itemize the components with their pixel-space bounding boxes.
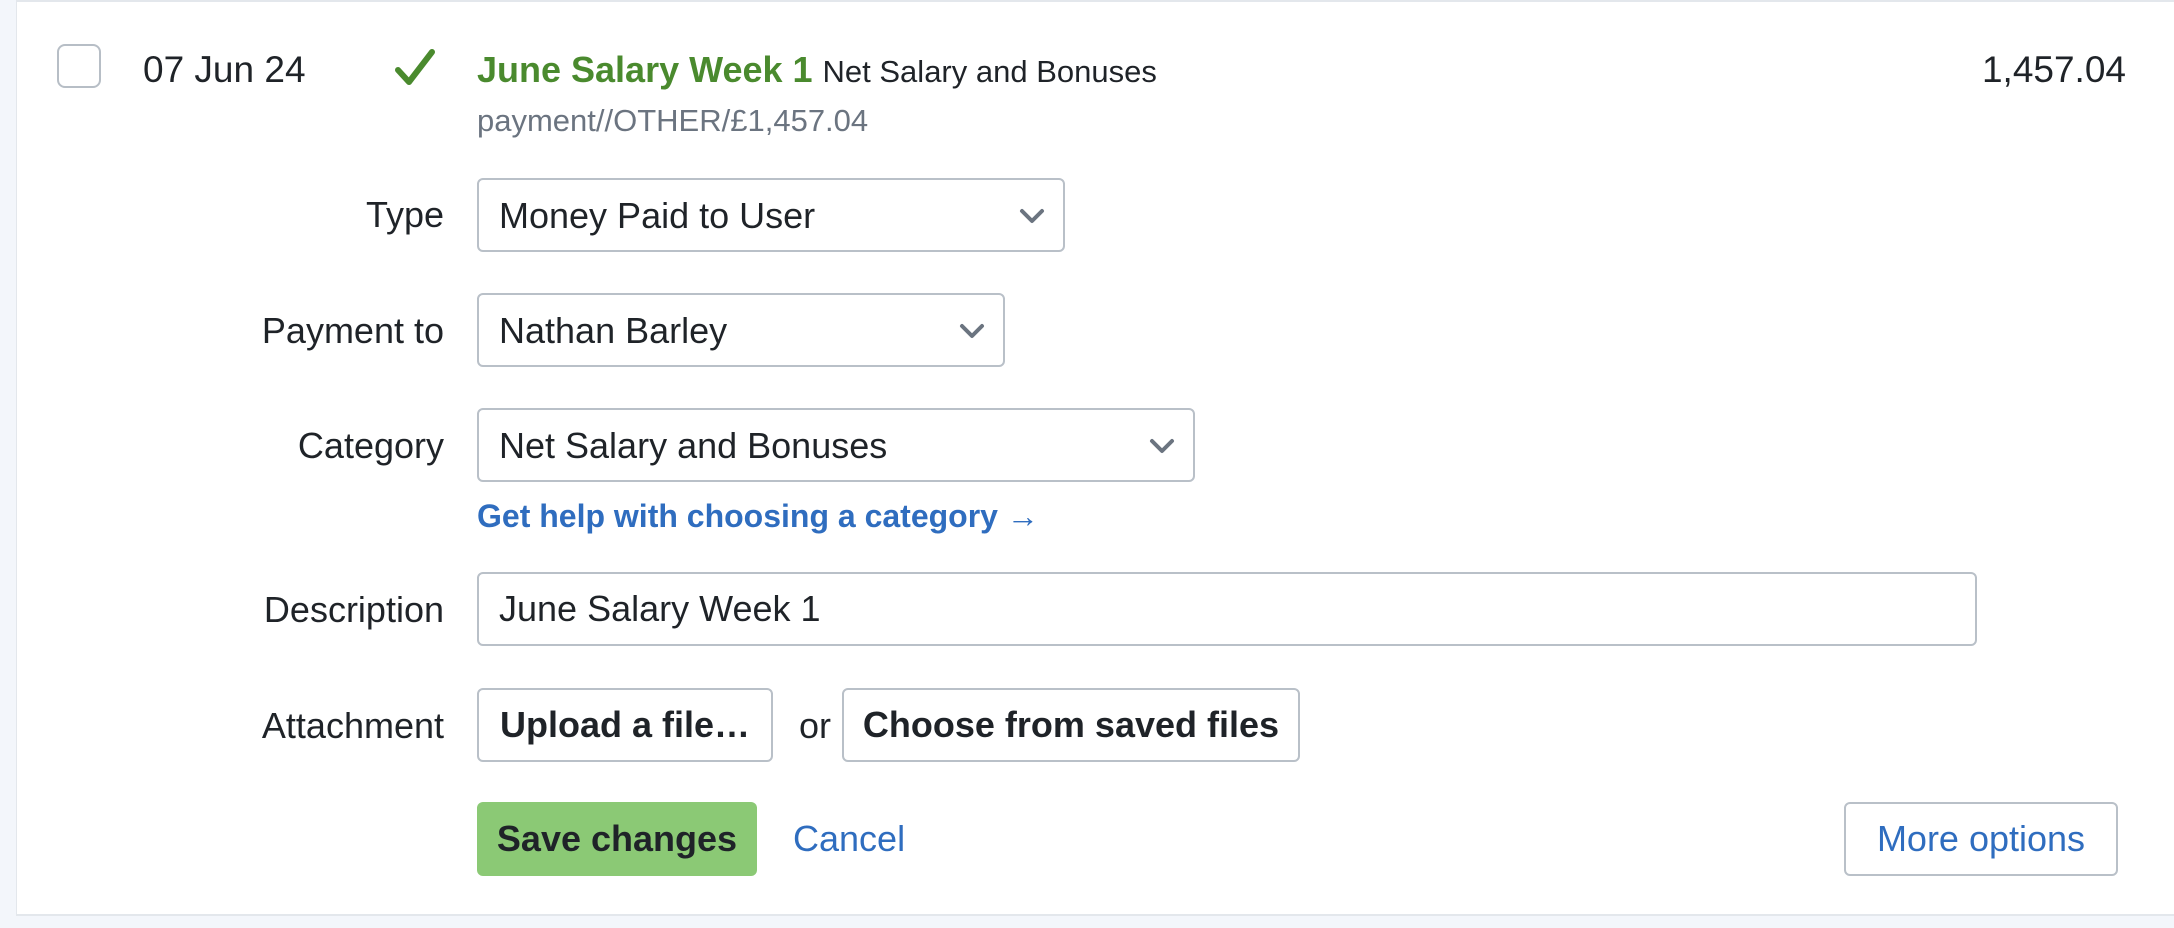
chevron-down-icon bbox=[1020, 209, 1044, 223]
payment-to-select[interactable]: Nathan Barley bbox=[477, 293, 1005, 367]
transaction-amount: 1,457.04 bbox=[1981, 49, 2126, 90]
attachment-label: Attachment bbox=[261, 705, 444, 746]
chevron-down-icon bbox=[960, 324, 984, 338]
choose-saved-files-button[interactable]: Choose from saved files bbox=[842, 688, 1300, 762]
category-label: Category bbox=[297, 425, 444, 466]
category-select-value: Net Salary and Bonuses bbox=[499, 425, 888, 466]
transaction-edit-panel: 07 Jun 24 June Salary Week 1 Net Salary a… bbox=[16, 0, 2174, 916]
transaction-date: 07 Jun 24 bbox=[143, 49, 306, 90]
type-select[interactable]: Money Paid to User bbox=[477, 178, 1065, 252]
description-input[interactable] bbox=[477, 572, 1977, 646]
cancel-link[interactable]: Cancel bbox=[793, 814, 905, 864]
category-help-link[interactable]: Get help with choosing a category → bbox=[477, 494, 1039, 538]
row-select-checkbox[interactable] bbox=[57, 44, 101, 88]
category-select[interactable]: Net Salary and Bonuses bbox=[477, 408, 1195, 482]
or-separator: or bbox=[799, 705, 832, 746]
transaction-title: June Salary Week 1 bbox=[477, 49, 813, 90]
payment-to-label: Payment to bbox=[261, 310, 444, 351]
checkmark-icon bbox=[395, 49, 435, 85]
transaction-reference: payment//OTHER/£1,457.04 bbox=[477, 103, 869, 138]
type-label: Type bbox=[365, 194, 444, 235]
chevron-down-icon bbox=[1150, 439, 1174, 453]
type-select-value: Money Paid to User bbox=[499, 195, 816, 236]
transaction-category-text: Net Salary and Bonuses bbox=[822, 54, 1157, 89]
save-changes-button[interactable]: Save changes bbox=[477, 802, 757, 876]
transaction-title-line: June Salary Week 1 Net Salary and Bonuses bbox=[477, 46, 1157, 102]
payment-to-select-value: Nathan Barley bbox=[499, 310, 728, 351]
description-label: Description bbox=[263, 589, 444, 630]
upload-file-button[interactable]: Upload a file… bbox=[477, 688, 773, 762]
more-options-button[interactable]: More options bbox=[1844, 802, 2118, 876]
